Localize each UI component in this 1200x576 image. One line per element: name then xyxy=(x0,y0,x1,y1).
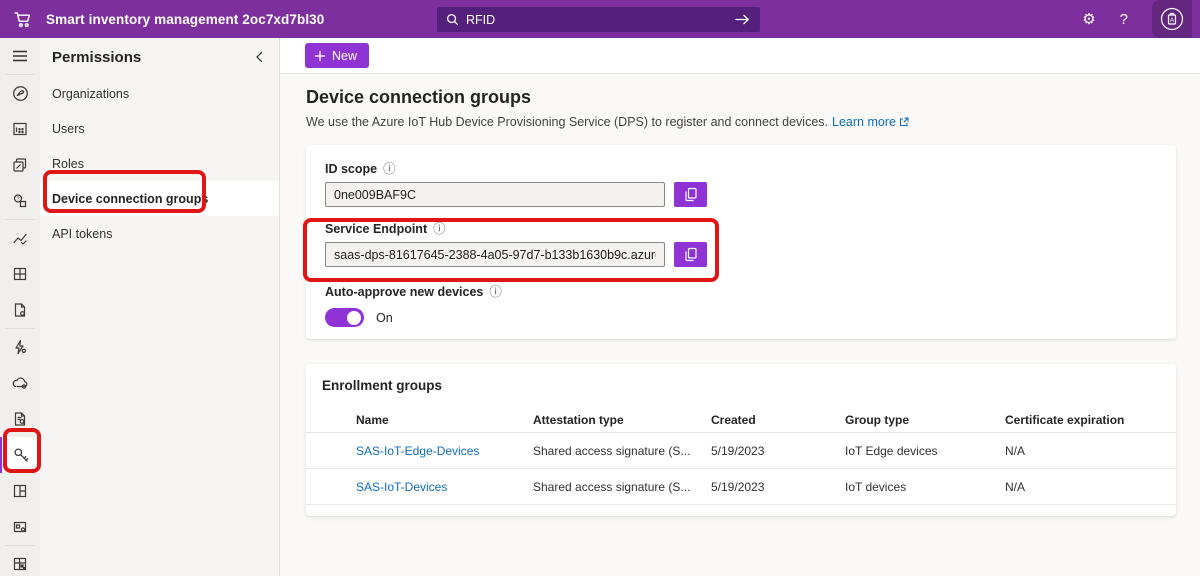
id-scope-input[interactable] xyxy=(325,182,665,207)
sidebar-title: Permissions xyxy=(52,48,142,66)
service-endpoint-input[interactable] xyxy=(325,242,665,267)
page-description: We use the Azure IoT Hub Device Provisio… xyxy=(306,115,829,129)
svg-text:?: ? xyxy=(16,197,19,203)
sidebar-item-device-connection-groups[interactable]: Device connection groups xyxy=(40,181,279,216)
main-area: New Device connection groups We use the … xyxy=(280,38,1200,576)
settings-gear-icon[interactable]: ⚙ xyxy=(1082,12,1095,27)
auto-approve-label: Auto-approve new devices xyxy=(325,285,484,299)
application-icon[interactable] xyxy=(0,473,40,509)
copy-id-scope-button[interactable] xyxy=(674,182,707,207)
table-row[interactable]: SAS-IoT-Edge-Devices Shared access signa… xyxy=(306,433,1176,469)
column-attestation-type: Attestation type xyxy=(533,412,624,427)
info-icon[interactable]: ⓘ xyxy=(489,286,502,299)
cell-created: 5/19/2023 xyxy=(711,479,765,494)
sidebar-collapse-chevron-icon[interactable] xyxy=(253,50,265,64)
toggle-knob xyxy=(347,310,361,325)
search-input[interactable] xyxy=(466,12,734,27)
copy-icon xyxy=(684,187,697,202)
automations-icon[interactable] xyxy=(0,329,40,365)
page-content: Device connection groups We use the Azur… xyxy=(280,73,1200,576)
enrollment-group-link[interactable]: SAS-IoT-Devices xyxy=(356,480,533,494)
plus-icon xyxy=(315,50,325,61)
submit-arrow-icon[interactable] xyxy=(734,13,751,26)
enrollment-groups-title: Enrollment groups xyxy=(322,378,443,393)
auto-approve-toggle[interactable] xyxy=(325,308,364,327)
app-title: Smart inventory management 2oc7xd7bl30 xyxy=(46,11,325,27)
dps-settings-card: ID scope ⓘ Service Endpoint ⓘ xyxy=(306,145,1176,339)
getting-started-icon[interactable] xyxy=(0,75,40,111)
cell-attestation: Shared access signature (S... xyxy=(533,443,691,458)
account-avatar[interactable]: A xyxy=(1152,0,1192,38)
new-button[interactable]: New xyxy=(305,43,370,68)
jobs-icon[interactable] xyxy=(0,256,40,292)
devices-icon[interactable] xyxy=(0,147,40,183)
data-export-icon[interactable] xyxy=(0,365,40,401)
cell-attestation: Shared access signature (S... xyxy=(533,479,691,494)
info-icon[interactable]: ⓘ xyxy=(383,163,396,176)
cell-group-type: IoT devices xyxy=(845,479,907,494)
analytics-icon[interactable] xyxy=(0,220,40,256)
copy-service-endpoint-button[interactable] xyxy=(674,242,707,267)
id-scope-label: ID scope xyxy=(325,162,378,176)
account-badge-icon: A xyxy=(1160,7,1184,31)
dashboard-icon[interactable] xyxy=(0,111,40,147)
device-templates-icon[interactable] xyxy=(0,509,40,545)
top-app-bar: Smart inventory management 2oc7xd7bl30 ⚙… xyxy=(0,0,1200,38)
service-endpoint-label: Service Endpoint xyxy=(325,222,428,236)
sidebar-item-roles[interactable]: Roles xyxy=(40,146,279,181)
menu-icon[interactable] xyxy=(0,38,40,74)
search-icon xyxy=(447,14,459,26)
sidebar-item-organizations[interactable]: Organizations xyxy=(40,76,279,111)
global-search[interactable] xyxy=(437,7,760,32)
device-groups-icon[interactable]: ? xyxy=(0,183,40,219)
sidebar-item-api-tokens[interactable]: API tokens xyxy=(40,216,279,251)
column-name: Name xyxy=(356,412,389,427)
column-created: Created xyxy=(711,412,756,427)
cell-certificate: N/A xyxy=(1005,443,1026,458)
audit-logs-icon[interactable] xyxy=(0,401,40,437)
permissions-key-icon[interactable] xyxy=(0,437,40,473)
toggle-state-label: On xyxy=(376,310,393,325)
cell-created: 5/19/2023 xyxy=(711,443,765,458)
svg-text:A: A xyxy=(1170,17,1175,24)
permissions-sidebar: Permissions Organizations Users Roles De… xyxy=(40,38,280,576)
table-row[interactable]: SAS-IoT-Devices Shared access signature … xyxy=(306,469,1176,505)
command-bar: New xyxy=(280,38,1200,73)
cell-certificate: N/A xyxy=(1005,479,1026,494)
table-header: Name Attestation type Created Group type… xyxy=(306,407,1176,433)
copy-icon xyxy=(684,247,697,262)
nav-rail: ? xyxy=(0,38,41,576)
sidebar-item-users[interactable]: Users xyxy=(40,111,279,146)
enrollment-groups-card: Enrollment groups Name Attestation type … xyxy=(306,364,1176,516)
info-icon[interactable]: ⓘ xyxy=(433,223,446,236)
customization-icon[interactable] xyxy=(0,546,40,576)
topbar-actions: ⚙ ? A xyxy=(1082,0,1192,38)
page-title: Device connection groups xyxy=(306,87,532,107)
column-group-type: Group type xyxy=(845,412,910,427)
learn-more-link[interactable]: Learn more xyxy=(832,115,909,129)
column-certificate-expiration: Certificate expiration xyxy=(1005,412,1125,427)
help-icon[interactable]: ? xyxy=(1120,11,1128,28)
rules-icon[interactable] xyxy=(0,292,40,328)
enrollment-group-link[interactable]: SAS-IoT-Edge-Devices xyxy=(356,444,533,458)
external-link-icon xyxy=(899,117,909,127)
cell-group-type: IoT Edge devices xyxy=(845,443,938,458)
cart-icon xyxy=(13,9,34,30)
